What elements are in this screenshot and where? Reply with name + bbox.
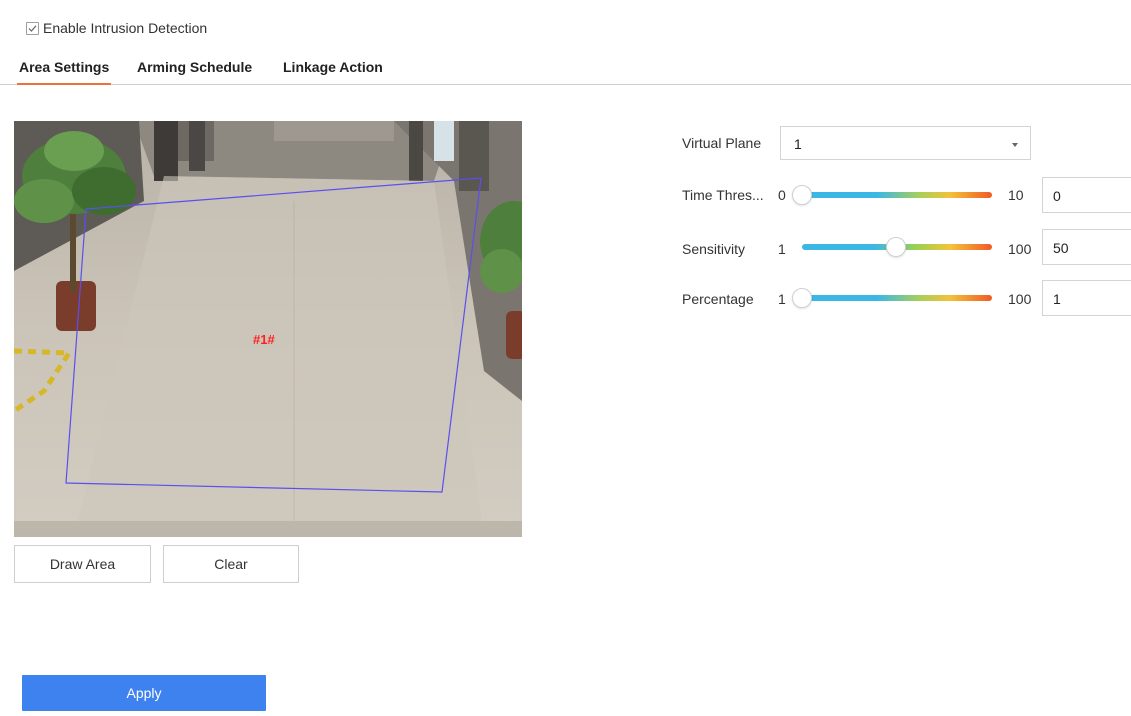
video-preview[interactable]: #1# [14, 121, 522, 537]
percentage-slider-handle[interactable] [792, 288, 812, 308]
tab-arming-schedule[interactable]: Arming Schedule [137, 59, 252, 75]
virtual-plane-label: Virtual Plane [682, 135, 762, 151]
time-threshold-slider-handle[interactable] [792, 185, 812, 205]
enable-label: Enable Intrusion Detection [43, 20, 208, 36]
virtual-plane-value: 1 [794, 136, 802, 152]
apply-button[interactable]: Apply [22, 675, 266, 711]
sensitivity-min: 1 [778, 241, 786, 257]
camera-scene-image [14, 121, 522, 537]
percentage-min: 1 [778, 291, 786, 307]
draw-area-button[interactable]: Draw Area [14, 545, 151, 583]
dropdown-arrow-icon [1012, 143, 1018, 147]
percentage-value: 1 [1053, 291, 1061, 307]
tab-bar: Area Settings Arming Schedule Linkage Ac… [0, 56, 1131, 85]
time-threshold-label: Time Thres... [682, 187, 764, 203]
time-threshold-value: 0 [1053, 188, 1061, 204]
virtual-plane-select[interactable]: 1 [780, 126, 1031, 160]
region-label: #1# [253, 332, 275, 347]
percentage-input[interactable]: 1 [1042, 280, 1131, 316]
sensitivity-max: 100 [1008, 241, 1032, 257]
enable-checkbox[interactable] [26, 21, 39, 35]
clear-button[interactable]: Clear [163, 545, 299, 583]
sensitivity-input[interactable]: 50 [1042, 229, 1131, 265]
sensitivity-slider-handle[interactable] [886, 237, 906, 257]
percentage-label: Percentage [682, 291, 754, 307]
tab-linkage-action[interactable]: Linkage Action [283, 59, 383, 75]
sensitivity-label: Sensitivity [682, 241, 746, 257]
check-icon [28, 24, 37, 32]
time-threshold-slider-track[interactable] [800, 192, 992, 198]
time-threshold-min: 0 [778, 187, 786, 203]
time-threshold-input[interactable]: 0 [1042, 177, 1131, 213]
tab-area-settings[interactable]: Area Settings [16, 59, 112, 85]
percentage-slider-track[interactable] [800, 295, 992, 301]
percentage-max: 100 [1008, 291, 1032, 307]
sensitivity-value: 50 [1053, 240, 1069, 256]
time-threshold-max: 10 [1008, 187, 1024, 203]
enable-intrusion-detection-row[interactable]: Enable Intrusion Detection [26, 19, 207, 37]
